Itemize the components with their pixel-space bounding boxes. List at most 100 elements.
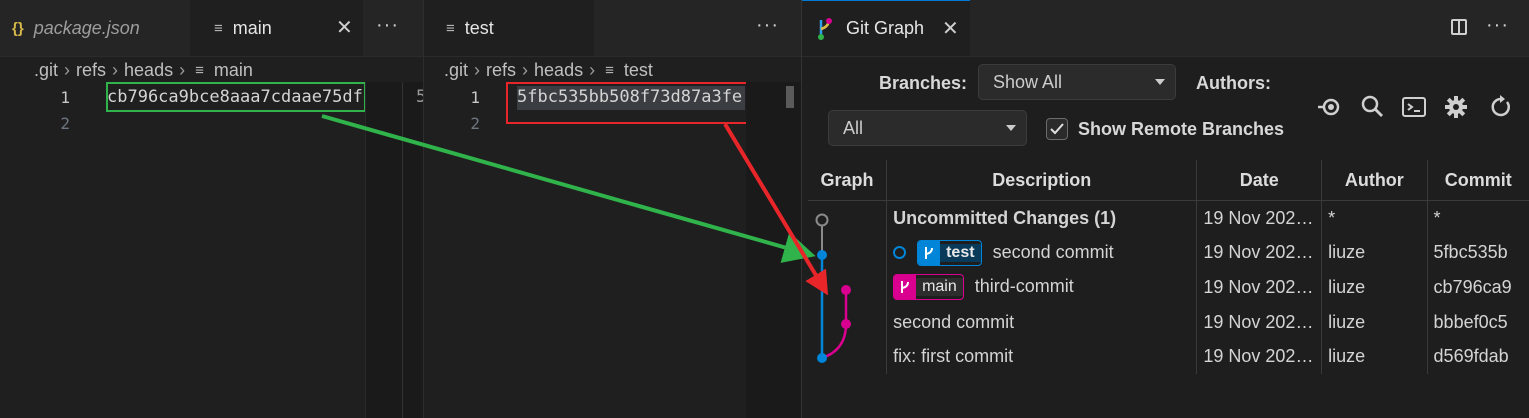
line-number: 1 [470,88,480,107]
authors-label: Authors: [1196,73,1271,93]
line-number: 2 [60,114,70,133]
tab-label: package.json [33,17,140,38]
tab-test[interactable]: ≡ test [424,0,594,56]
author-cell: * [1321,200,1428,236]
chevron-right-icon: › [522,59,529,80]
left-tab-bar: {} package.json ≡ main ✕ ··· [0,0,423,57]
author-cell: liuze [1321,270,1428,305]
commit-hash-cell: 5fbc535b [1433,242,1508,263]
minimap-slider[interactable] [402,82,403,418]
gear-icon[interactable] [1443,94,1469,120]
middle-editor-pane: ≡ test ··· .git › refs › heads › ≡ test … [424,0,801,418]
close-icon[interactable]: ✕ [942,16,959,41]
date-cell: 19 Nov 202… [1196,270,1323,305]
branch-ref-badge[interactable]: test [917,239,982,266]
branch-ref-label: test [940,243,981,262]
chevron-right-icon: › [589,59,596,80]
commit-hash-cell: bbbef0c5 [1433,311,1508,332]
minimap [365,82,423,418]
git-graph-pane: Git Graph ✕ ··· Branches: Show All Autho… [802,0,1529,418]
scrollbar-thumb[interactable] [786,86,794,108]
close-icon[interactable]: ✕ [336,15,353,40]
authors-dropdown[interactable]: All [828,110,1027,146]
table-row[interactable]: Uncommitted Changes (1) 19 Nov 202… * * [808,200,1529,236]
line-number: 1 [60,88,70,107]
breadcrumb-item[interactable]: heads [534,60,583,81]
show-remote-checkbox[interactable] [1046,118,1068,140]
breadcrumb-item[interactable]: refs [76,60,106,81]
chevron-right-icon: › [112,59,119,80]
description-cell: main third-commit [886,270,1198,305]
column-header-commit[interactable]: Commit [1427,160,1529,201]
lines-icon: ≡ [605,61,614,79]
description-cell: test second commit [886,235,1198,271]
more-actions-icon[interactable]: ··· [376,14,399,37]
uncommitted-node[interactable] [815,213,829,227]
commit-node[interactable] [817,353,827,363]
table-row[interactable]: test second commit 19 Nov 202… liuze 5fb… [808,235,1529,271]
breadcrumb-item[interactable]: main [214,60,253,81]
date-cell: 19 Nov 202… [1196,200,1323,236]
commit-hash-cell: * [1433,207,1441,228]
description-cell: second commit [886,304,1198,340]
commit-node[interactable] [817,250,827,260]
show-remote-label[interactable]: Show Remote Branches [1078,119,1284,140]
overflow-char: 5 [416,87,423,107]
breadcrumb-item[interactable]: heads [124,60,173,81]
author-cell: liuze [1321,339,1428,374]
breadcrumb: .git › refs › heads › ≡ main [34,58,253,82]
locate-head-icon[interactable] [1316,94,1342,120]
tab-label: Git Graph [846,18,925,38]
commit-node[interactable] [841,319,851,329]
git-graph-icon [818,17,832,40]
chevron-right-icon: › [474,59,481,80]
search-icon[interactable] [1360,94,1386,120]
tab-main[interactable]: ≡ main ✕ [190,0,363,56]
more-actions-icon[interactable]: ··· [1486,14,1509,37]
column-header-description[interactable]: Description [886,160,1198,201]
minimap [746,82,801,418]
table-header-row: Graph Description Date Author Commit [808,160,1529,201]
commit-description: third-commit [974,276,1074,297]
tab-git-graph[interactable]: Git Graph ✕ [802,0,970,56]
commit-description: second commit [992,241,1114,262]
branches-dropdown-value: Show All [993,71,1063,92]
tab-package-json[interactable]: {} package.json [0,0,190,56]
column-header-author[interactable]: Author [1321,160,1428,201]
branch-ref-badge[interactable]: main [893,274,964,301]
commit-description: Uncommitted Changes (1) [893,207,1117,228]
branches-label: Branches: [879,73,968,93]
table-row[interactable]: fix: first commit 19 Nov 202… liuze d569… [808,339,1529,374]
description-cell: Uncommitted Changes (1) [886,200,1198,236]
column-header-graph[interactable]: Graph [808,160,888,201]
date-cell: 19 Nov 202… [1196,235,1323,271]
authors-dropdown-value: All [843,117,864,138]
lines-icon: ≡ [446,19,455,37]
git-graph-tab-bar: Git Graph ✕ ··· [802,0,1529,57]
column-header-date[interactable]: Date [1196,160,1323,201]
table-row[interactable]: second commit 19 Nov 202… liuze bbbef0c5 [808,304,1529,340]
chevron-down-icon [1155,79,1165,85]
refresh-icon[interactable] [1488,94,1514,120]
branch-icon [918,240,941,265]
table-row[interactable]: main third-commit 19 Nov 202… liuze cb79… [808,270,1529,305]
author-cell: liuze [1321,235,1428,271]
breadcrumb-item[interactable]: .git [34,60,58,81]
chevron-down-icon [1006,125,1016,131]
split-editor-icon[interactable] [1451,19,1467,35]
terminal-icon[interactable] [1401,94,1427,120]
breadcrumb-item[interactable]: refs [486,60,516,81]
commit-hash-cell: cb796ca9 [1433,276,1512,297]
commit-node[interactable] [841,285,851,295]
line-number: 2 [470,114,480,133]
breadcrumb-item[interactable]: test [624,60,653,81]
more-actions-icon[interactable]: ··· [756,14,779,37]
branches-dropdown[interactable]: Show All [978,64,1176,100]
branch-ref-label: main [916,278,963,297]
chevron-right-icon: › [179,59,186,80]
red-highlight-box [506,82,765,124]
braces-icon: {} [12,19,24,37]
breadcrumb-item[interactable]: .git [444,60,468,81]
breadcrumb: .git › refs › heads › ≡ test [444,58,653,82]
date-cell: 19 Nov 202… [1196,339,1323,374]
